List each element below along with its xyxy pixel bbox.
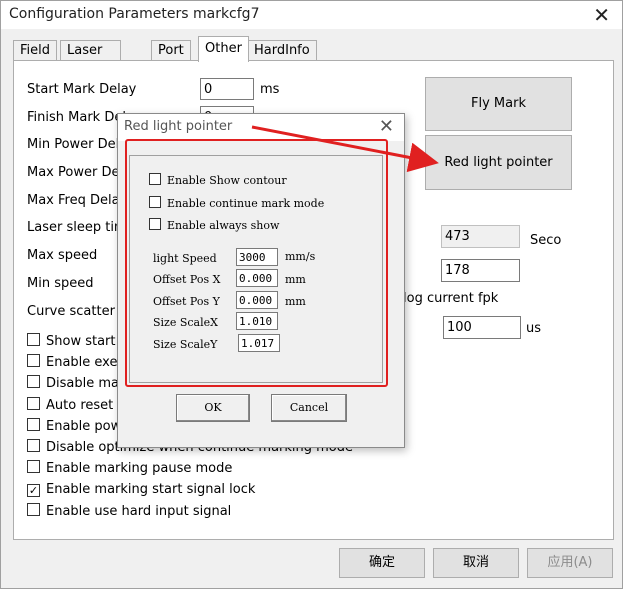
annotation-arrow: [251, 125, 439, 173]
annotation-arrow-line: [251, 125, 439, 173]
tab-other[interactable]: Other: [198, 36, 249, 62]
